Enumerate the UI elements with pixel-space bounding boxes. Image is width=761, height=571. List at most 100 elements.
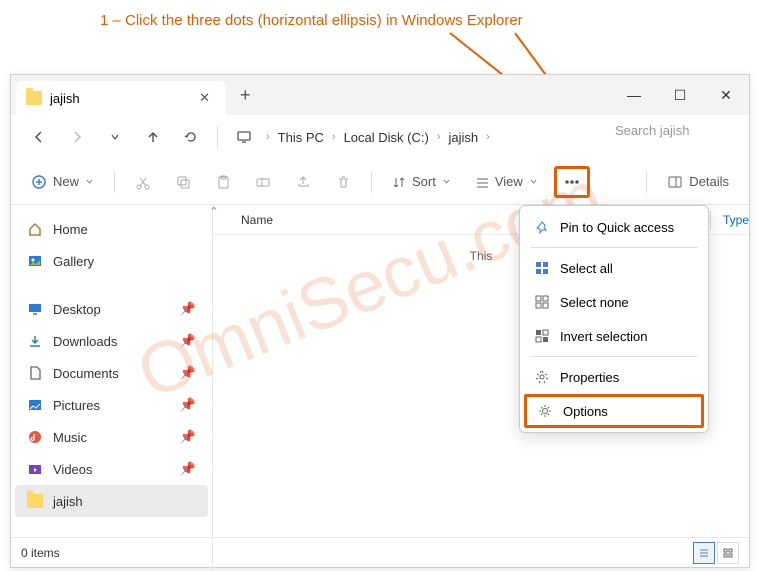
body-area: Home Gallery Desktop📌 Downloads📌 Documen… (11, 205, 749, 571)
maximize-button[interactable]: ☐ (657, 75, 703, 115)
videos-icon (27, 461, 43, 477)
delete-button[interactable] (327, 166, 359, 198)
sort-button[interactable]: Sort (384, 166, 459, 198)
crumb-jajish[interactable]: jajish (445, 126, 483, 149)
crumb-disk-c[interactable]: Local Disk (C:) (340, 126, 433, 149)
menu-separator (530, 247, 698, 248)
pictures-icon (27, 397, 43, 413)
sidebar-item-desktop[interactable]: Desktop📌 (15, 293, 208, 325)
folder-icon (27, 493, 43, 509)
view-label: View (495, 174, 523, 189)
new-button[interactable]: New (23, 166, 102, 198)
details-label: Details (689, 174, 729, 189)
pin-icon (534, 219, 550, 235)
sidebar-item-videos[interactable]: Videos📌 (15, 453, 208, 485)
search-input[interactable]: Search jajish (607, 123, 737, 151)
separator (217, 126, 218, 148)
minimize-button[interactable]: — (611, 75, 657, 115)
column-type[interactable]: Type (711, 213, 749, 227)
navigation-bar: › This PC › Local Disk (C:) › jajish › S… (11, 115, 749, 159)
sidebar-item-music[interactable]: Music📌 (15, 421, 208, 453)
main-pane: ⌃ Name Type This Pin to Quick access Sel… (213, 205, 749, 571)
menu-invert-selection[interactable]: Invert selection (524, 319, 704, 353)
close-tab-button[interactable]: ✕ (193, 88, 216, 108)
music-icon (27, 429, 43, 445)
chevron-right-icon: › (486, 131, 490, 143)
gear-icon (537, 403, 553, 419)
separator (371, 171, 372, 193)
downloads-icon (27, 333, 43, 349)
new-label: New (53, 174, 79, 189)
home-icon (27, 221, 43, 237)
menu-pin-quick-access[interactable]: Pin to Quick access (524, 210, 704, 244)
breadcrumb: › This PC › Local Disk (C:) › jajish › (266, 126, 601, 149)
details-pane-icon (667, 174, 683, 190)
select-none-icon (534, 294, 550, 310)
plus-circle-icon (31, 174, 47, 190)
back-button[interactable] (23, 121, 55, 153)
sidebar-item-downloads[interactable]: Downloads📌 (15, 325, 208, 357)
paste-button[interactable] (207, 166, 239, 198)
pin-icon: 📌 (180, 365, 196, 381)
chevron-down-icon (529, 177, 538, 186)
pin-icon: 📌 (180, 461, 196, 477)
forward-button[interactable] (61, 121, 93, 153)
chevron-right-icon: › (332, 131, 336, 143)
cut-button[interactable] (127, 166, 159, 198)
menu-separator (530, 356, 698, 357)
select-all-icon (534, 260, 550, 276)
window-tab[interactable]: jajish ✕ (16, 81, 226, 115)
folder-icon (26, 91, 42, 105)
share-icon (295, 174, 311, 190)
separator (114, 171, 115, 193)
sidebar-item-home[interactable]: Home (15, 213, 208, 245)
properties-icon (534, 369, 550, 385)
chevron-right-icon: › (437, 131, 441, 143)
sidebar-item-jajish[interactable]: jajish (15, 485, 208, 517)
gallery-icon (27, 253, 43, 269)
separator (646, 171, 647, 193)
trash-icon (335, 174, 351, 190)
column-resize-handle[interactable]: ⌃ (209, 205, 219, 218)
annotation-step1: 1 – Click the three dots (horizontal ell… (100, 12, 523, 29)
copy-icon (175, 174, 191, 190)
up-button[interactable] (137, 121, 169, 153)
tab-title: jajish (50, 91, 185, 106)
menu-options[interactable]: Options (524, 394, 704, 428)
recent-dropdown-button[interactable] (99, 121, 131, 153)
menu-select-none[interactable]: Select none (524, 285, 704, 319)
menu-properties[interactable]: Properties (524, 360, 704, 394)
details-pane-button[interactable]: Details (659, 166, 737, 198)
column-name[interactable]: Name (213, 213, 473, 227)
icons-view-toggle[interactable] (717, 542, 739, 564)
pin-icon: 📌 (180, 397, 196, 413)
menu-select-all[interactable]: Select all (524, 251, 704, 285)
share-button[interactable] (287, 166, 319, 198)
new-tab-button[interactable]: + (226, 85, 265, 106)
more-button[interactable] (554, 166, 590, 198)
sort-icon (392, 175, 406, 189)
details-view-toggle[interactable] (693, 542, 715, 564)
sidebar-item-gallery[interactable]: Gallery (15, 245, 208, 277)
desktop-icon (27, 301, 43, 317)
statusbar: 0 items (11, 537, 749, 567)
toolbar: New Sort View Details (11, 159, 749, 205)
sidebar-item-documents[interactable]: Documents📌 (15, 357, 208, 389)
sidebar-item-pictures[interactable]: Pictures📌 (15, 389, 208, 421)
rename-button[interactable] (247, 166, 279, 198)
explorer-window: jajish ✕ + — ☐ ✕ › This PC › Local Disk … (10, 74, 750, 568)
crumb-this-pc[interactable]: This PC (274, 126, 328, 149)
close-button[interactable]: ✕ (703, 75, 749, 115)
item-count: 0 items (21, 546, 60, 560)
more-dropdown-menu: Pin to Quick access Select all Select no… (519, 205, 709, 433)
paste-icon (215, 174, 231, 190)
rename-icon (255, 174, 271, 190)
titlebar: jajish ✕ + — ☐ ✕ (11, 75, 749, 115)
chevron-down-icon (442, 177, 451, 186)
copy-button[interactable] (167, 166, 199, 198)
refresh-button[interactable] (175, 121, 207, 153)
chevron-down-icon (85, 177, 94, 186)
this-pc-icon[interactable] (228, 121, 260, 153)
pin-icon: 📌 (180, 429, 196, 445)
view-button[interactable]: View (467, 166, 546, 198)
